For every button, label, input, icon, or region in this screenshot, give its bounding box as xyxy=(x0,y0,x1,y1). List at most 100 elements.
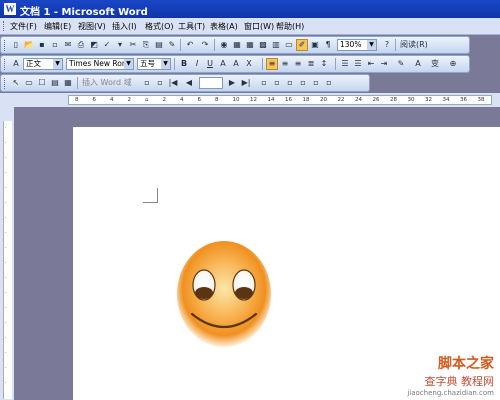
print-icon[interactable]: ⎙ xyxy=(75,39,87,51)
drawing-icon[interactable]: ✐ xyxy=(296,39,308,51)
first-record-icon[interactable]: |◀ xyxy=(167,77,179,89)
align-center-icon[interactable]: ≡ xyxy=(279,58,291,70)
dropdown-field-icon[interactable]: ▤ xyxy=(49,77,61,89)
redo-icon[interactable]: ↷ xyxy=(199,39,211,51)
merge-fax-icon[interactable]: ▫ xyxy=(323,77,335,89)
last-record-icon[interactable]: ▶| xyxy=(240,77,252,89)
menu-grip xyxy=(3,21,7,31)
prev-record-icon[interactable]: ◀ xyxy=(183,77,195,89)
font-color-icon[interactable]: A xyxy=(412,58,424,70)
merge-icon[interactable]: ▫ xyxy=(271,77,283,89)
menu-insert[interactable]: 插入(I) xyxy=(112,21,137,32)
insert-table-icon[interactable]: ▦ xyxy=(244,39,256,51)
font-select[interactable]: Times New Roman ▼ xyxy=(66,58,134,70)
italic-icon[interactable]: I xyxy=(191,58,203,70)
zoom-select[interactable]: 130% ▼ xyxy=(337,39,377,51)
vertical-ruler[interactable]: · · · · · · · · · · · · · · · · · · xyxy=(3,121,12,399)
toolbar-grip xyxy=(4,40,8,51)
ruler-tick-label: 20 xyxy=(320,97,327,103)
align-justify-icon[interactable]: ≡ xyxy=(266,58,278,70)
cursor-icon[interactable]: ↖ xyxy=(10,77,22,89)
smiley-face-image[interactable] xyxy=(176,240,272,348)
menu-table[interactable]: 表格(A) xyxy=(210,21,238,32)
ruler-tick-label: 8 xyxy=(215,97,219,103)
help-icon[interactable]: ? xyxy=(381,39,393,51)
style-select[interactable]: 正文 ▼ xyxy=(23,58,63,70)
menu-file[interactable]: 文件(F) xyxy=(10,21,37,32)
columns-icon[interactable]: ▥ xyxy=(270,39,282,51)
document-map-icon[interactable]: ▭ xyxy=(283,39,295,51)
open-folder-icon[interactable]: 📂 xyxy=(23,39,35,51)
shading-icon[interactable]: ▫ xyxy=(154,77,166,89)
new-doc-icon[interactable]: ▯ xyxy=(10,39,22,51)
chevron-down-icon: ▼ xyxy=(53,59,62,69)
styles-pane-icon[interactable]: A xyxy=(10,58,22,70)
ruler-tick-label: 2 xyxy=(162,97,167,103)
vruler-tick: · xyxy=(5,260,7,266)
field-codes-icon[interactable]: ▫ xyxy=(141,77,153,89)
underline-icon[interactable]: U xyxy=(204,58,216,70)
field-icon[interactable]: ▭ xyxy=(23,77,35,89)
ruler-tick-label: 32 xyxy=(425,97,432,103)
align-right-icon[interactable]: ≡ xyxy=(292,58,304,70)
email-icon[interactable]: ✉ xyxy=(62,39,74,51)
line-spacing-icon[interactable]: ↕ xyxy=(318,58,330,70)
menu-window[interactable]: 窗口(W) xyxy=(244,21,274,32)
record-input[interactable] xyxy=(199,77,223,89)
undo-icon[interactable]: ↶ xyxy=(184,39,196,51)
format-painter-icon[interactable]: ✎ xyxy=(166,39,178,51)
increase-indent-icon[interactable]: ⇥ xyxy=(378,58,390,70)
merge-printer-icon[interactable]: ▫ xyxy=(284,77,296,89)
watermark-line2: 查字典 教程网 xyxy=(424,375,495,388)
highlight-icon[interactable]: ✎ xyxy=(395,58,407,70)
next-record-icon[interactable]: ▶ xyxy=(226,77,238,89)
permission-icon[interactable]: ▫ xyxy=(49,39,61,51)
horizontal-ruler[interactable]: 8 6 4 2 ⌂ 2 4 6 8 10 12 14 16 18 20 22 24 26 28 30 32 34 36 38 xyxy=(68,95,492,105)
phonetic-guide-icon[interactable]: 变 xyxy=(429,58,441,70)
tables-borders-icon[interactable]: ▦ xyxy=(231,39,243,51)
save-icon[interactable]: ▪ xyxy=(36,39,48,51)
bold-icon[interactable]: B xyxy=(178,58,190,70)
char-scale-icon[interactable]: X xyxy=(243,58,255,70)
ruler-tick-label: 2 xyxy=(127,97,132,103)
font-color-a-icon[interactable]: A xyxy=(217,58,229,70)
enclose-char-icon[interactable]: ⊕ xyxy=(447,58,459,70)
ruler-tick-label: 10 xyxy=(232,97,240,103)
read-mode-button[interactable]: 阅读(R) xyxy=(399,39,441,51)
menu-help[interactable]: 帮助(H) xyxy=(276,21,304,32)
distributed-icon[interactable]: ≣ xyxy=(305,58,317,70)
hyperlink-icon[interactable]: ◉ xyxy=(218,39,230,51)
bullets-icon[interactable]: ☰ xyxy=(352,58,364,70)
insert-field-button[interactable]: 插入 Word 域 xyxy=(81,77,136,89)
menu-tools[interactable]: 工具(T) xyxy=(178,21,205,32)
show-hide-icon[interactable]: ¶ xyxy=(322,39,334,51)
ruler-tick-label: 6 xyxy=(92,97,97,103)
checkbox-icon[interactable]: ☐ xyxy=(36,77,48,89)
merge-new-icon[interactable]: ▫ xyxy=(310,77,322,89)
horizontal-ruler-area: 8 6 4 2 ⌂ 2 4 6 8 10 12 14 16 18 20 22 24 26 28 30 32 34 36 38 xyxy=(0,93,500,107)
print-preview-icon[interactable]: ◩ xyxy=(88,39,100,51)
font-size-select[interactable]: 五号 ▼ xyxy=(137,58,171,70)
spelling-icon[interactable]: ✓ xyxy=(101,39,113,51)
char-border-icon[interactable]: A xyxy=(230,58,242,70)
decrease-indent-icon[interactable]: ⇤ xyxy=(365,58,377,70)
paste-icon[interactable]: ▤ xyxy=(153,39,165,51)
formatting-toolbar: A 正文 ▼ Times New Roman ▼ 五号 ▼ B I U A A … xyxy=(0,55,470,73)
separator xyxy=(262,58,263,70)
numbering-icon[interactable]: ☰ xyxy=(339,58,351,70)
insert-excel-icon[interactable]: ▩ xyxy=(257,39,269,51)
read-mode-label: 阅读(R) xyxy=(400,40,428,49)
field-options-icon[interactable]: ▦ xyxy=(62,77,74,89)
copy-icon[interactable]: ⎘ xyxy=(140,39,152,51)
cut-icon[interactable]: ✂ xyxy=(127,39,139,51)
find-entry-icon[interactable]: ▫ xyxy=(258,77,270,89)
vruler-tick: · xyxy=(5,155,7,161)
ruler-tick-label: 4 xyxy=(180,97,184,103)
document-map2-icon[interactable]: ▣ xyxy=(309,39,321,51)
research-icon[interactable]: ▾ xyxy=(114,39,126,51)
merge-email-icon[interactable]: ▫ xyxy=(297,77,309,89)
menu-view[interactable]: 视图(V) xyxy=(78,21,106,32)
menu-edit[interactable]: 编辑(E) xyxy=(44,21,71,32)
watermark: 脚本之家 查字典 教程网 jiaocheng.chazidian.com xyxy=(407,353,494,397)
menu-format[interactable]: 格式(O) xyxy=(145,21,174,32)
